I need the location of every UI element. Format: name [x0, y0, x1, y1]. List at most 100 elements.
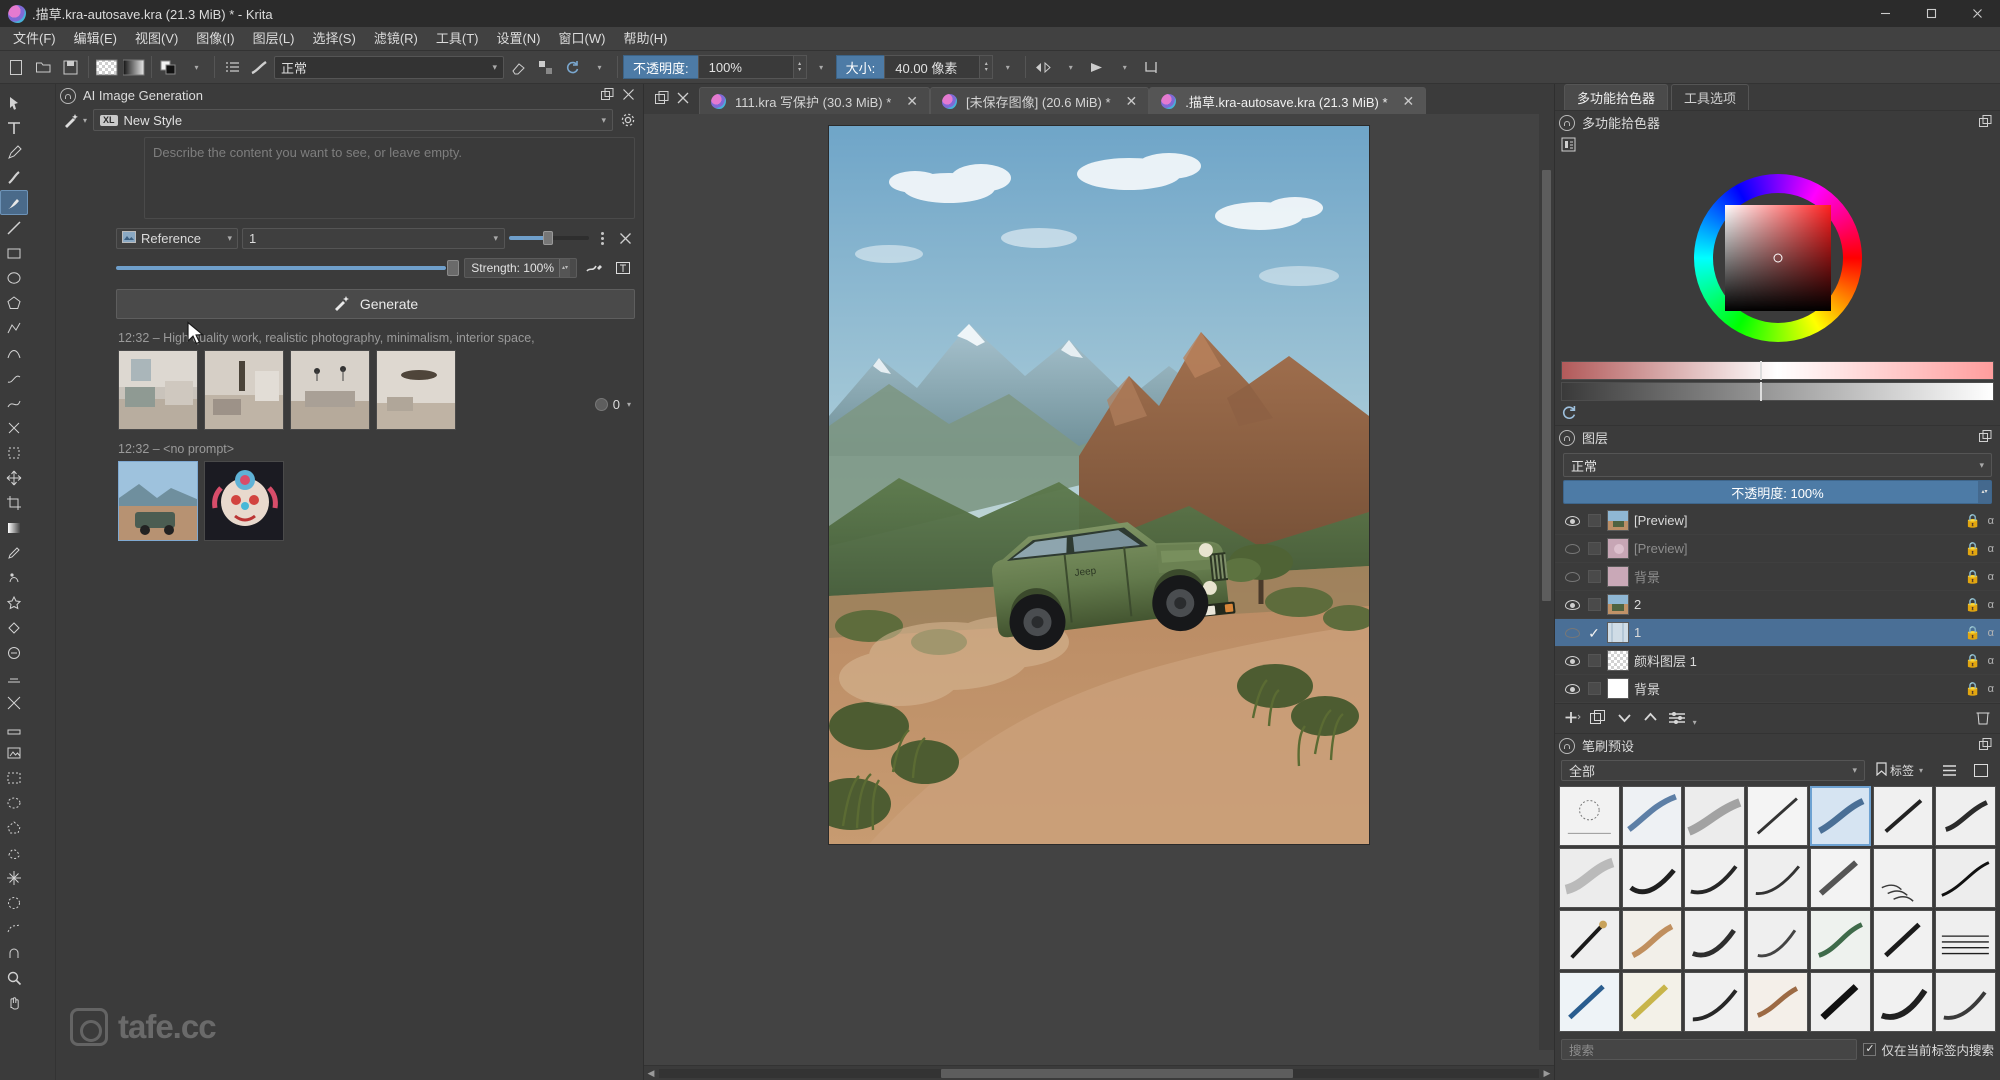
brush-preset-item[interactable]	[1872, 910, 1934, 970]
opacity-stepper[interactable]: ▴ ▾	[793, 55, 807, 79]
brush-preset-item[interactable]	[1559, 786, 1620, 846]
close-tab-icon[interactable]: ✕	[1126, 93, 1138, 110]
layer-lock-toggle[interactable]	[1583, 514, 1605, 527]
tool-edit-shapes-icon[interactable]	[0, 140, 28, 165]
float-docker-icon[interactable]	[601, 87, 614, 104]
tool-colorize-mask-icon[interactable]	[0, 565, 28, 590]
size-extra-dropdown-icon[interactable]: ▾	[995, 55, 1020, 80]
reference-type-combo[interactable]: Reference ▾	[116, 227, 238, 249]
tool-shape-select-icon[interactable]	[0, 90, 28, 115]
brush-preset-item[interactable]	[1559, 910, 1620, 970]
layer-alpha-lock-icon[interactable]: 🔒	[1964, 541, 1980, 557]
style-combo[interactable]: XL New Style ▾	[93, 109, 613, 131]
refine-region-icon[interactable]	[582, 257, 606, 279]
color-wheel[interactable]	[1555, 158, 2000, 358]
menu-select[interactable]: 选择(S)	[303, 28, 364, 50]
color-slider-2[interactable]	[1561, 382, 1994, 401]
tab-color-picker[interactable]: 多功能拾色器	[1564, 84, 1669, 110]
layer-alpha-lock-icon[interactable]: 🔒	[1964, 569, 1980, 585]
fg-bg-color-icon[interactable]	[157, 55, 182, 80]
brush-preset-item[interactable]	[1872, 786, 1934, 846]
fg-bg-dropdown-icon[interactable]: ▾	[184, 55, 209, 80]
layer-alpha-lock-icon[interactable]: 🔒	[1964, 513, 1980, 529]
move-layer-up-icon[interactable]	[1642, 710, 1659, 728]
brush-preset-item[interactable]	[1935, 910, 1996, 970]
layer-alpha-lock-icon[interactable]: 🔒	[1964, 625, 1980, 641]
brush-preset-item[interactable]	[1684, 848, 1746, 908]
lock-icon[interactable]	[1559, 737, 1575, 754]
seed-control[interactable]: 0 ▾	[594, 397, 633, 412]
new-document-icon[interactable]	[4, 55, 29, 80]
float-docker-icon[interactable]	[1979, 737, 1992, 754]
size-stepper[interactable]: ▴ ▾	[980, 55, 994, 79]
preset-dropdown-icon[interactable]: ▾	[587, 55, 612, 80]
layer-alpha-icon[interactable]: α	[1988, 571, 1994, 583]
close-subwindow-icon[interactable]	[676, 91, 690, 108]
search-input[interactable]: 搜索	[1561, 1038, 1858, 1060]
mirror-v-dropdown-icon[interactable]: ▾	[1112, 55, 1137, 80]
tool-ellipse-select-icon[interactable]	[0, 790, 28, 815]
menu-window[interactable]: 窗口(W)	[550, 28, 615, 50]
scroll-left-icon[interactable]: ◀	[644, 1068, 658, 1079]
brush-preset-item[interactable]	[1747, 910, 1808, 970]
layer-name[interactable]: [Preview]	[1634, 541, 1687, 556]
brush-preset-item[interactable]	[1559, 848, 1620, 908]
close-tab-icon[interactable]: ✕	[1403, 93, 1415, 110]
layer-opacity-stepper[interactable]: ▴▾	[1978, 481, 1991, 503]
layer-alpha-lock-icon[interactable]: 🔒	[1964, 681, 1980, 697]
foreground-pattern-icon[interactable]	[94, 55, 119, 80]
save-icon[interactable]	[58, 55, 83, 80]
tool-transform-icon[interactable]	[0, 440, 28, 465]
brush-preset-item[interactable]	[1935, 972, 1996, 1032]
mirror-horizontal-icon[interactable]	[1031, 55, 1056, 80]
document-tab-1[interactable]: 111.kra 写保护 (30.3 MiB) * ✕	[699, 87, 931, 114]
artboard[interactable]: Jeep	[829, 126, 1369, 844]
menu-layer[interactable]: 图层(L)	[244, 28, 304, 50]
menu-settings[interactable]: 设置(N)	[487, 28, 549, 50]
tool-measure-icon[interactable]	[0, 715, 28, 740]
table-row[interactable]: [Preview] 🔒 α	[1555, 535, 2000, 563]
layer-properties-icon[interactable]: ▾	[1668, 710, 1699, 728]
canvas-horizontal-scrollbar[interactable]: ◀ ▶	[644, 1065, 1554, 1080]
layer-visibility-toggle[interactable]	[1561, 627, 1583, 638]
layer-visibility-toggle[interactable]	[1561, 515, 1583, 526]
menu-file[interactable]: 文件(F)	[4, 28, 65, 50]
document-tab-2[interactable]: [未保存图像] (20.6 MiB) * ✕	[930, 87, 1150, 114]
layer-visibility-toggle[interactable]	[1561, 655, 1583, 666]
layer-opacity-slider[interactable]: 不透明度: 100% ▴▾	[1563, 480, 1992, 504]
close-docker-icon[interactable]	[622, 88, 635, 104]
brush-preset-item[interactable]	[1684, 786, 1746, 846]
layer-visibility-toggle[interactable]	[1561, 599, 1583, 610]
layer-lock-toggle[interactable]: ✓	[1583, 626, 1605, 640]
tool-rectangle-icon[interactable]	[0, 240, 28, 265]
menu-view[interactable]: 视图(V)	[126, 28, 187, 50]
brush-preset-item[interactable]	[1935, 848, 1996, 908]
opacity-extra-dropdown-icon[interactable]: ▾	[809, 55, 834, 80]
layer-lock-toggle[interactable]	[1583, 682, 1605, 695]
saturation-value-square[interactable]	[1724, 205, 1831, 311]
tab-tool-options[interactable]: 工具选项	[1671, 84, 1750, 110]
wrap-around-icon[interactable]	[1139, 55, 1164, 80]
reload-preset-icon[interactable]	[560, 55, 585, 80]
tool-pan-icon[interactable]	[0, 990, 28, 1015]
layer-name[interactable]: 颜料图层 1	[1634, 651, 1697, 670]
table-row[interactable]: 背景 🔒 α	[1555, 563, 2000, 591]
brush-preset-item[interactable]	[1809, 848, 1871, 908]
brush-preset-thumb-icon[interactable]	[247, 55, 272, 80]
color-picker-config-icon[interactable]	[1561, 137, 1576, 155]
brush-preset-item[interactable]	[1684, 972, 1746, 1032]
tool-ellipse-icon[interactable]	[0, 265, 28, 290]
menu-filter[interactable]: 滤镜(R)	[365, 28, 427, 50]
remove-reference-icon[interactable]	[615, 228, 635, 249]
preserve-alpha-icon[interactable]	[533, 55, 558, 80]
brush-preset-item[interactable]	[1621, 972, 1683, 1032]
size-spin[interactable]: 大小: 40.00 像素 ▴ ▾	[835, 55, 994, 79]
eraser-icon[interactable]	[506, 55, 531, 80]
layer-name[interactable]: [Preview]	[1634, 513, 1687, 528]
brush-preset-item[interactable]	[1809, 972, 1871, 1032]
tool-bezier-select-icon[interactable]	[0, 915, 28, 940]
strength-stepper[interactable]: ▴▾	[559, 259, 570, 277]
tool-dynamic-brush-icon[interactable]	[0, 390, 28, 415]
tool-enclose-fill-icon[interactable]	[0, 640, 28, 665]
layer-lock-toggle[interactable]	[1583, 654, 1605, 667]
